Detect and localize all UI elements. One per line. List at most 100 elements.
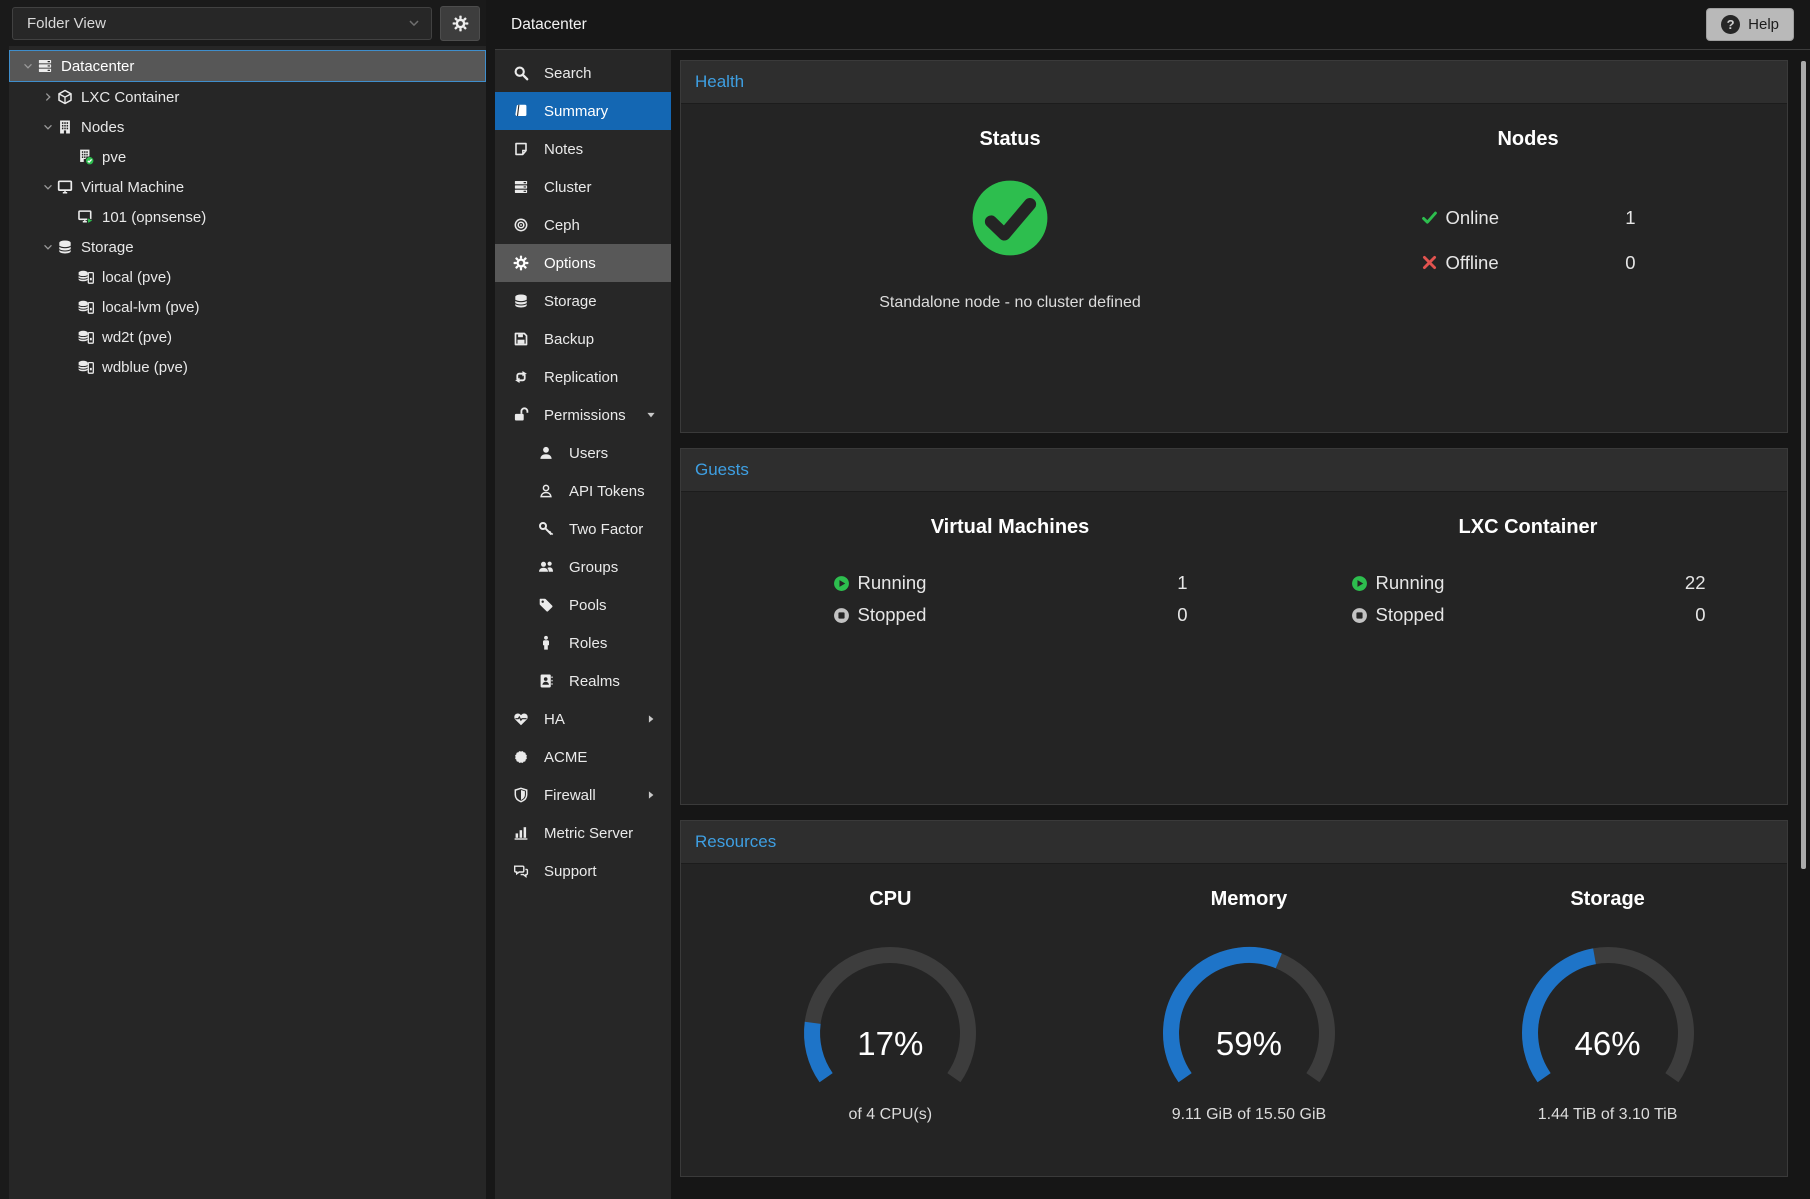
tree-node-virtual-machine[interactable]: Virtual Machine [9,172,486,202]
vertical-scrollbar[interactable] [1801,61,1806,869]
chevron-down-icon[interactable] [38,181,57,193]
guests-panel-title: Guests [695,460,749,480]
vm-running-row: Running 1 [833,567,1188,599]
book-icon [513,103,529,119]
help-button-label: Help [1748,16,1779,33]
tree-settings-button[interactable] [440,6,480,41]
tree-node-nodes[interactable]: Nodes [9,112,486,142]
nav-item-support[interactable]: Support [495,852,671,890]
vm-stopped-count: 0 [1177,604,1187,626]
caret-right-icon[interactable] [645,713,657,725]
nav-item-metric-server[interactable]: Metric Server [495,814,671,852]
nav-item-options[interactable]: Options [495,244,671,282]
database-icon [513,293,529,309]
play-circle-icon [1351,575,1368,592]
chevron-down-icon[interactable] [18,60,37,72]
section-nav: Search Summary Notes Cluster Ceph Options Stor… [495,50,671,1199]
tree-node-label: wdblue (pve) [102,359,188,376]
gauge-caption: 1.44 TiB of 3.10 TiB [1538,1106,1678,1124]
nav-item-pools[interactable]: Pools [495,586,671,624]
health-status-column: Status Standalone node - no cluster defi… [751,104,1269,432]
nav-item-groups[interactable]: Groups [495,548,671,586]
nav-item-users[interactable]: Users [495,434,671,472]
nav-item-cluster[interactable]: Cluster [495,168,671,206]
tree-node-pve[interactable]: pve [9,142,486,172]
caret-down-icon[interactable] [645,409,657,421]
nav-item-storage[interactable]: Storage [495,282,671,320]
health-nodes-column: Nodes Online 1 Offline 0 [1269,104,1787,432]
lxc-title: LXC Container [1269,516,1787,539]
chevron-down-icon[interactable] [38,121,57,133]
tree-node-101-opnsense[interactable]: 101 (opnsense) [9,202,486,232]
tree-node-wdblue-pve[interactable]: wdblue (pve) [9,352,486,382]
nav-item-label: ACME [544,749,587,766]
gauge-title: CPU [869,888,911,911]
nav-item-label: Storage [544,293,597,310]
vm-stopped-label: Stopped [858,604,927,626]
floppy-icon [513,331,529,347]
search-icon [513,65,529,81]
cluster-icon [513,179,529,195]
nav-item-firewall[interactable]: Firewall [495,776,671,814]
nav-item-permissions[interactable]: Permissions [495,396,671,434]
nodes-online-count: 1 [1625,207,1635,229]
nav-item-label: Two Factor [569,521,643,538]
gauge-storage: Storage46%1.44 TiB of 3.10 TiB [1428,864,1787,1124]
resource-tree: Datacenter LXC Container Nodes pveVirtual M… [9,46,486,382]
nav-item-acme[interactable]: ACME [495,738,671,776]
nav-item-notes[interactable]: Notes [495,130,671,168]
gauge-percent: 46% [1508,1025,1708,1063]
nav-item-label: Permissions [544,407,626,424]
note-icon [513,141,529,157]
tree-node-datacenter[interactable]: Datacenter [9,50,486,82]
chevron-right-icon[interactable] [38,91,57,103]
nav-item-summary[interactable]: Summary [495,92,671,130]
tree-node-label: Datacenter [61,58,134,75]
tree-node-lxc-container[interactable]: LXC Container [9,82,486,112]
content-area: Health Status Standalone node - no clust… [671,50,1810,1199]
tree-node-local-lvm-pve[interactable]: local-lvm (pve) [9,292,486,322]
check-icon [1421,209,1438,226]
nav-item-search[interactable]: Search [495,54,671,92]
nav-item-label: Summary [544,103,608,120]
help-button[interactable]: ? Help [1706,8,1794,41]
vm-stopped-row: Stopped 0 [833,599,1188,631]
tree-node-label: Storage [81,239,134,256]
storage-drive-icon [78,299,102,315]
monitor-icon [57,179,81,195]
nav-item-realms[interactable]: Realms [495,662,671,700]
nav-item-label: Users [569,445,608,462]
nav-item-label: Metric Server [544,825,633,842]
unlock-icon [513,407,529,423]
vm-running-label: Running [858,572,927,594]
nodes-online-row: Online 1 [1421,195,1636,240]
nav-item-label: Notes [544,141,583,158]
caret-right-icon[interactable] [645,789,657,801]
lxc-stopped-row: Stopped 0 [1351,599,1706,631]
resources-panel: Resources CPU17%of 4 CPU(s)Memory59%9.11… [680,820,1788,1177]
nav-item-ceph[interactable]: Ceph [495,206,671,244]
gauge-cpu: CPU17%of 4 CPU(s) [711,864,1070,1124]
database-icon [57,239,81,255]
tree-node-storage[interactable]: Storage [9,232,486,262]
nav-item-api-tokens[interactable]: API Tokens [495,472,671,510]
tree-node-label: Nodes [81,119,124,136]
nav-item-label: Search [544,65,592,82]
health-panel-header: Health [681,61,1787,104]
question-circle-icon: ? [1721,15,1740,34]
nav-item-two-factor[interactable]: Two Factor [495,510,671,548]
nav-item-replication[interactable]: Replication [495,358,671,396]
nav-item-roles[interactable]: Roles [495,624,671,662]
tree-node-label: local-lvm (pve) [102,299,200,316]
tree-node-wd2t-pve[interactable]: wd2t (pve) [9,322,486,352]
nav-item-label: Ceph [544,217,580,234]
tree-node-label: LXC Container [81,89,179,106]
cube-icon [57,89,81,105]
tree-node-local-pve[interactable]: local (pve) [9,262,486,292]
nav-item-ha[interactable]: HA [495,700,671,738]
gauge-memory: Memory59%9.11 GiB of 15.50 GiB [1070,864,1429,1124]
nav-item-label: HA [544,711,565,728]
view-mode-select[interactable]: Folder View [12,7,432,40]
chevron-down-icon[interactable] [38,241,57,253]
nav-item-backup[interactable]: Backup [495,320,671,358]
